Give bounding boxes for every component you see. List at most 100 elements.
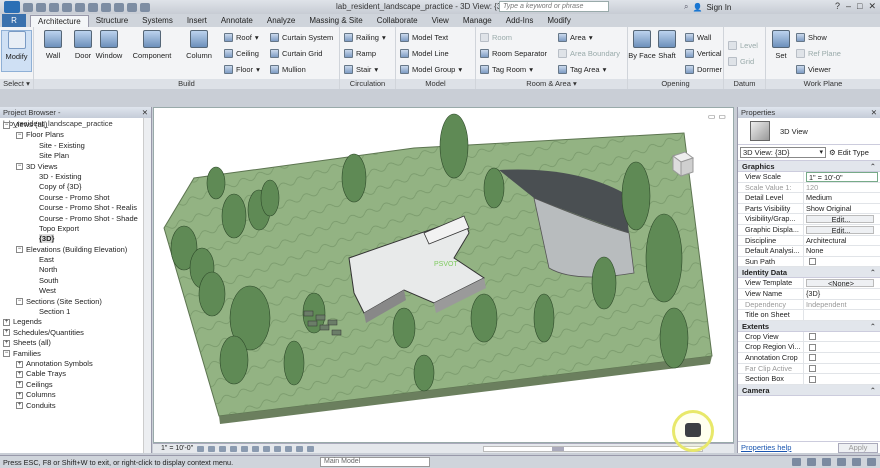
property-category[interactable]: Identity Data ⌃ [738, 267, 880, 279]
tree-item[interactable]: North [0, 265, 151, 275]
close-icon[interactable]: ✕ [871, 107, 877, 118]
tree-item[interactable]: East [0, 255, 151, 265]
tree-item[interactable]: − Sections (Site Section) [0, 297, 151, 307]
reveal-hidden-icon[interactable] [296, 445, 304, 452]
search-icon[interactable]: ⌕ [684, 2, 688, 12]
set-work-plane-button[interactable]: Set [766, 30, 796, 60]
collapse-icon[interactable]: − [3, 350, 10, 358]
tree-item[interactable]: {3D} [0, 234, 151, 244]
show-crop-icon[interactable] [274, 445, 282, 452]
property-value[interactable]: Edit... [806, 225, 874, 234]
checkbox[interactable] [809, 343, 816, 351]
section-icon[interactable] [114, 2, 124, 12]
open-icon[interactable] [23, 2, 33, 12]
drag-elements-icon[interactable] [852, 458, 861, 466]
detail-level-icon[interactable] [197, 445, 205, 452]
collapse-icon[interactable]: − [3, 121, 10, 129]
floor-button[interactable]: Floor ▾ [224, 63, 260, 75]
mullion-button[interactable]: Mullion [270, 63, 306, 75]
tab-annotate[interactable]: Annotate [214, 15, 260, 27]
workset-selector[interactable]: Main Model [320, 457, 430, 467]
select-pinned-icon[interactable] [822, 458, 831, 466]
window-button[interactable]: Window [92, 30, 126, 60]
sun-path-icon[interactable] [219, 445, 227, 452]
tree-item[interactable]: South [0, 276, 151, 286]
undo-icon[interactable] [49, 2, 59, 12]
property-value[interactable] [804, 353, 880, 363]
tree-item[interactable]: + Cable Trays [0, 369, 151, 379]
property-value[interactable]: Show Original [804, 204, 880, 214]
3d-view-canvas[interactable]: PSVOT ▭▭ [153, 107, 734, 443]
horizontal-scrollbar[interactable] [483, 446, 703, 452]
expand-icon[interactable]: + [3, 318, 10, 326]
tree-item[interactable]: + Columns [0, 390, 151, 400]
shaft-button[interactable]: Shaft [652, 30, 682, 60]
tree-item[interactable]: + Conduits [0, 401, 151, 411]
text-icon[interactable] [127, 2, 137, 12]
ceiling-button[interactable]: Ceiling [224, 47, 259, 59]
room-area-panel-title[interactable]: Room & Area ▾ [476, 79, 627, 89]
close-icon[interactable]: ✕ [868, 1, 876, 12]
property-value[interactable]: None [804, 246, 880, 256]
property-value[interactable] [804, 332, 880, 342]
collapse-icon[interactable]: − [16, 131, 23, 139]
viewer-button[interactable]: Viewer [796, 63, 831, 75]
curtain-system-button[interactable]: Curtain System [270, 31, 333, 43]
redo-icon[interactable] [62, 2, 72, 12]
close-hidden-icon[interactable] [140, 2, 150, 12]
select-links-icon[interactable] [792, 458, 801, 466]
tab-collaborate[interactable]: Collaborate [370, 15, 425, 27]
tree-item[interactable]: + Sheets (all) [0, 338, 151, 348]
scroll-thumb[interactable] [552, 447, 564, 451]
property-category[interactable]: Graphics ⌃ [738, 161, 880, 172]
tab-analyze[interactable]: Analyze [260, 15, 302, 27]
project-browser-scrollbar[interactable] [143, 118, 151, 453]
area-boundary-button[interactable]: Area Boundary [558, 47, 620, 59]
close-icon[interactable]: ✕ [142, 107, 148, 118]
sign-in[interactable]: ⌕ 👤 Sign In [684, 2, 731, 12]
property-value[interactable] [804, 374, 880, 384]
maximize-icon[interactable]: □ [857, 1, 862, 12]
tree-item[interactable]: + Legends [0, 317, 151, 327]
collapse-icon[interactable]: ⌃ [870, 385, 876, 396]
shadows-icon[interactable] [230, 445, 238, 452]
checkbox[interactable] [809, 375, 816, 383]
property-category[interactable]: Camera ⌃ [738, 384, 880, 396]
wall-opening-button[interactable]: Wall [685, 31, 711, 43]
minimize-icon[interactable]: – [846, 1, 851, 12]
tree-item[interactable]: − Views (all) [0, 120, 151, 130]
select-by-face-icon[interactable] [837, 458, 846, 466]
select-dropdown[interactable]: Select ▾ [0, 79, 33, 89]
collapse-icon[interactable]: ⌃ [870, 161, 876, 172]
visual-style-icon[interactable] [208, 445, 216, 452]
checkbox[interactable] [809, 365, 816, 373]
collapse-icon[interactable]: ⌃ [870, 267, 876, 278]
default-3d-icon[interactable] [101, 2, 111, 12]
save-icon[interactable] [36, 2, 46, 12]
tree-item[interactable]: Site - Existing [0, 141, 151, 151]
print-icon[interactable] [75, 2, 85, 12]
tree-item[interactable]: Section 1 [0, 307, 151, 317]
curtain-grid-button[interactable]: Curtain Grid [270, 47, 322, 59]
filter-icon[interactable] [867, 458, 876, 466]
crop-view-icon[interactable] [263, 445, 271, 452]
tree-item[interactable]: − Families [0, 349, 151, 359]
revit-logo-icon[interactable] [4, 1, 20, 13]
view-scale-label[interactable]: 1" = 10'-0" [161, 445, 193, 452]
rendering-icon[interactable] [241, 445, 249, 452]
help-icon[interactable]: ? [835, 1, 840, 12]
component-button[interactable]: Component [130, 30, 174, 60]
tag-room-button[interactable]: Tag Room ▾ [480, 63, 533, 75]
property-value[interactable]: {3D} [804, 289, 880, 299]
checkbox[interactable] [809, 333, 816, 341]
tree-item[interactable]: Copy of {3D} [0, 182, 151, 192]
tree-item[interactable]: − Floor Plans [0, 130, 151, 140]
tree-item[interactable]: −3D Views [0, 162, 151, 172]
tree-item[interactable]: Course - Promo Shot - Shade [0, 214, 151, 224]
show-work-plane-button[interactable]: Show [796, 31, 827, 43]
roof-button[interactable]: Roof ▾ [224, 31, 259, 43]
ref-plane-button[interactable]: Ref Plane [796, 47, 841, 59]
level-button[interactable]: Level [728, 39, 758, 51]
property-value[interactable] [804, 342, 880, 352]
model-text-button[interactable]: Model Text [400, 31, 448, 43]
